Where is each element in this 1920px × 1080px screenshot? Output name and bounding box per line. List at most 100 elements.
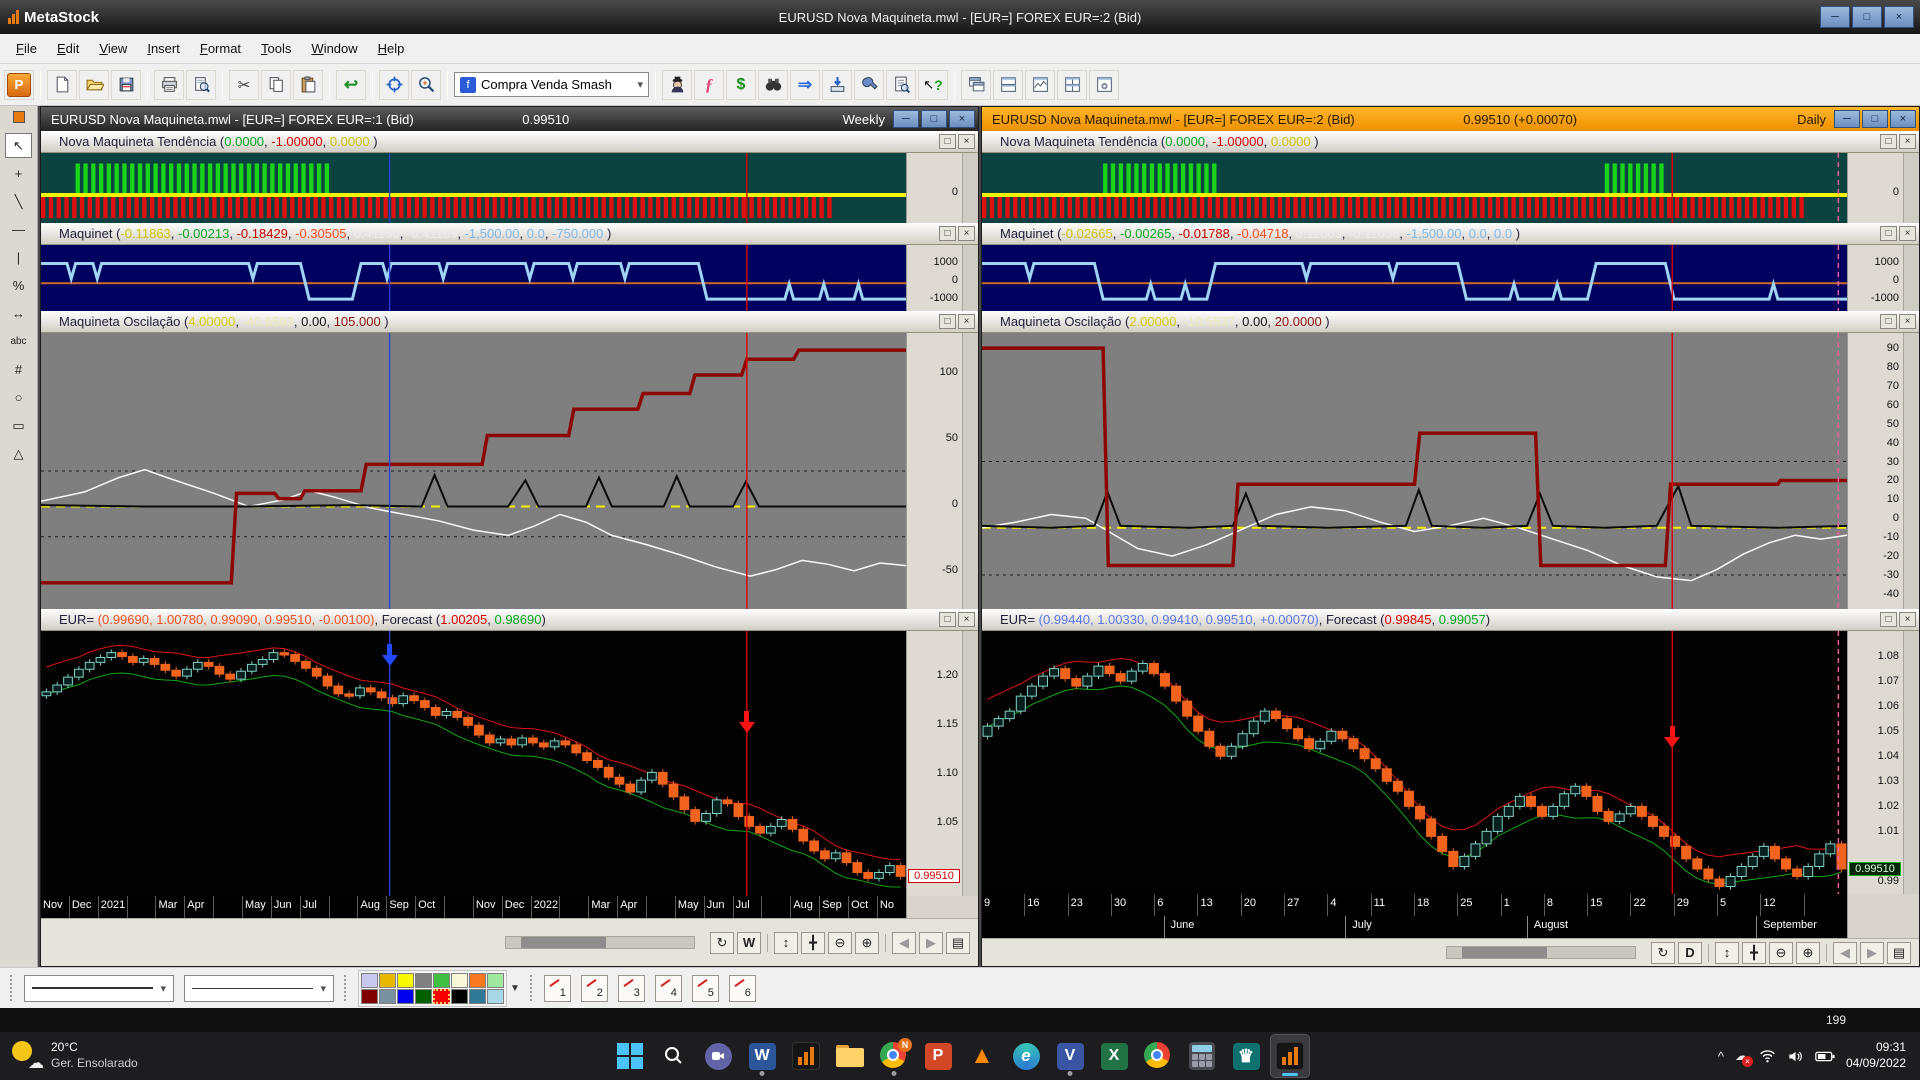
data-window-button[interactable]: ▤ <box>946 931 970 954</box>
pointer-tool[interactable]: ↖ <box>5 133 32 158</box>
save-chart-button[interactable] <box>111 69 141 100</box>
price-panel-header[interactable]: EUR= (0.99440, 1.00330, 0.99410, 0.99510… <box>982 609 1919 631</box>
downloader-button[interactable] <box>822 69 852 100</box>
horizontal-line-tool[interactable]: — <box>5 217 32 242</box>
system-tester-button[interactable] <box>854 69 884 100</box>
period-button[interactable]: W <box>737 931 761 954</box>
taskbar-app-powerpoint[interactable]: P <box>919 1035 957 1077</box>
menu-item-window[interactable]: Window <box>301 36 367 61</box>
color-swatch[interactable] <box>487 972 504 988</box>
line-weight-dropdown[interactable]: ▾ <box>184 974 334 1002</box>
panel-close-button[interactable]: × <box>1899 134 1916 149</box>
price-chart[interactable] <box>41 631 906 896</box>
taskbar-app-chrome-n[interactable]: N <box>875 1035 913 1077</box>
context-help-button[interactable]: ↖? <box>918 69 948 100</box>
tile-quad-button[interactable] <box>1057 69 1087 100</box>
crosshair-tool[interactable]: + <box>5 161 32 186</box>
chart-window-weekly[interactable]: EURUSD Nova Maquineta.mwl - [EUR=] FOREX… <box>40 106 979 967</box>
zoom-box-button[interactable] <box>411 69 441 100</box>
horizontal-scrollbar[interactable] <box>1446 946 1636 959</box>
horizontal-scrollbar[interactable] <box>505 936 695 949</box>
clock[interactable]: 09:31 04/09/2022 <box>1846 1040 1906 1071</box>
vscale-button[interactable]: ↕ <box>774 931 798 954</box>
prev-button[interactable]: ◀ <box>892 931 916 954</box>
panel-scrollbar[interactable] <box>962 153 978 223</box>
rectangle-tool-tool[interactable]: ▭ <box>5 413 32 438</box>
panel-scrollbar[interactable] <box>1903 153 1919 223</box>
panel-scrollbar[interactable] <box>1903 333 1919 609</box>
taskbar-app-vlc[interactable]: ▲ <box>963 1035 1001 1077</box>
menu-item-edit[interactable]: Edit <box>47 36 89 61</box>
oscilacao-chart[interactable] <box>41 333 906 609</box>
taskbar-app-explorer[interactable] <box>831 1035 869 1077</box>
price-chart[interactable] <box>982 631 1847 894</box>
triangle-tool-tool[interactable]: △ <box>5 441 32 466</box>
reports-button[interactable] <box>886 69 916 100</box>
panel-scrollbar[interactable] <box>1903 245 1919 311</box>
oscilacao-chart[interactable] <box>982 333 1847 609</box>
tray-wifi[interactable] <box>1759 1049 1776 1064</box>
palette-arrow-icon[interactable]: ▼ <box>510 983 520 994</box>
color-swatch[interactable] <box>451 972 468 988</box>
tendencia-panel-header[interactable]: Nova Maquineta Tendência (0.0000, -1.000… <box>982 131 1919 153</box>
p-logo-button[interactable]: P <box>4 69 34 100</box>
price-panel-header[interactable]: EUR= (0.99690, 1.00780, 0.99090, 0.99510… <box>41 609 978 631</box>
taskbar-app-metastock-active[interactable] <box>1270 1034 1310 1078</box>
cycle-tool-tool[interactable]: ↔ <box>5 301 32 326</box>
oscilacao-panel-header[interactable]: Maquineta Oscilação (2.00000, -10.5537, … <box>982 311 1919 333</box>
scrollbar-thumb[interactable] <box>521 937 606 948</box>
menu-item-format[interactable]: Format <box>190 36 251 61</box>
paste-button[interactable] <box>293 69 323 100</box>
prev-button[interactable]: ◀ <box>1833 941 1857 964</box>
tile-horizontal-button[interactable] <box>993 69 1023 100</box>
tray-cloud[interactable]: ☁ × <box>1735 1048 1753 1067</box>
color-swatch[interactable] <box>379 972 396 988</box>
tendencia-panel-header[interactable]: Nova Maquineta Tendência (0.0000, -1.000… <box>41 131 978 153</box>
layout-button-6[interactable]: 6 <box>728 974 756 1002</box>
color-swatch[interactable] <box>433 972 450 988</box>
taskbar-app-metastock-dark[interactable] <box>787 1035 825 1077</box>
color-swatch[interactable] <box>433 988 450 1004</box>
panel-scrollbar[interactable] <box>962 245 978 311</box>
panel-close-button[interactable]: × <box>1899 226 1916 241</box>
maquinet-chart[interactable] <box>41 245 906 311</box>
vscale-button[interactable]: ↕ <box>1715 941 1739 964</box>
menu-item-tools[interactable]: Tools <box>251 36 301 61</box>
cut-button[interactable]: ✂ <box>229 69 259 100</box>
panel-close-button[interactable]: × <box>958 226 975 241</box>
zoom-in-button[interactable]: ⊕ <box>1796 941 1820 964</box>
taskbar-app-start[interactable] <box>611 1035 649 1077</box>
maquinet-panel-header[interactable]: Maquinet (-0.02665, -0.00265, -0.01788, … <box>982 223 1919 245</box>
tendencia-chart[interactable] <box>41 153 906 223</box>
window-minimize-button[interactable]: ─ <box>893 110 919 128</box>
period-button[interactable]: D <box>1678 941 1702 964</box>
month-axis[interactable]: June July August September <box>982 916 1919 938</box>
tendencia-chart[interactable] <box>982 153 1847 223</box>
print-button[interactable] <box>154 69 184 100</box>
window-maximize-button[interactable]: □ <box>921 110 947 128</box>
copy-button[interactable] <box>261 69 291 100</box>
next-button[interactable]: ▶ <box>919 931 943 954</box>
panel-scrollbar[interactable] <box>1903 631 1919 894</box>
panel-close-button[interactable]: × <box>1899 314 1916 329</box>
refresh-button[interactable]: ↻ <box>1651 941 1675 964</box>
app-maximize-button[interactable]: □ <box>1852 6 1882 28</box>
tray-up[interactable]: ^ <box>1718 1049 1724 1064</box>
color-swatch[interactable] <box>379 988 396 1004</box>
panel-restore-button[interactable]: □ <box>939 314 956 329</box>
taskbar-app-calculator[interactable] <box>1183 1035 1221 1077</box>
forecaster-button[interactable]: ⇒ <box>790 69 820 100</box>
color-swatch[interactable] <box>397 988 414 1004</box>
color-swatch[interactable] <box>487 988 504 1004</box>
weather-widget[interactable]: ☁ 20°C Ger. Ensolarado <box>0 1040 280 1072</box>
scrollbar-thumb[interactable] <box>1462 947 1547 958</box>
menu-item-view[interactable]: View <box>89 36 137 61</box>
zoom-out-button[interactable]: ⊖ <box>828 931 852 954</box>
panel-restore-button[interactable]: □ <box>939 134 956 149</box>
layout-button-1[interactable]: 1 <box>543 974 571 1002</box>
vertical-line-tool[interactable]: | <box>5 245 32 270</box>
window-titlebar[interactable]: EURUSD Nova Maquineta.mwl - [EUR=] FOREX… <box>41 107 978 131</box>
tile-chart-button[interactable] <box>1025 69 1055 100</box>
taskbar-app-search[interactable] <box>655 1035 693 1077</box>
explorer-button[interactable] <box>758 69 788 100</box>
